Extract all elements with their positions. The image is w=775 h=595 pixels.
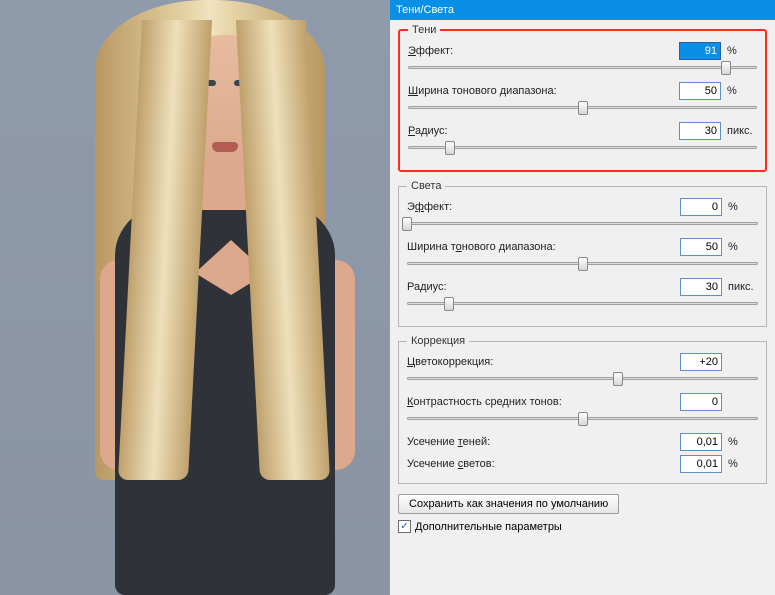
highlights-radius-label: Радиус: <box>407 281 680 293</box>
slider-thumb[interactable] <box>578 101 588 115</box>
highlights-amount-row: Эффект: % <box>407 198 758 216</box>
shadows-amount-label: Эффект: <box>408 45 679 57</box>
more-options-label: Дополнительные параметры <box>415 521 562 533</box>
shadows-amount-slider[interactable] <box>408 62 757 76</box>
highlights-radius-slider[interactable] <box>407 298 758 312</box>
clip-highlights-unit: % <box>722 458 758 470</box>
slider-track-line <box>407 222 758 225</box>
adjust-group: Коррекция Цветокоррекция: Контрастность … <box>398 335 767 484</box>
midtone-contrast-label: Контрастность средних тонов: <box>407 396 680 408</box>
shadows-tonal-unit: % <box>721 85 757 97</box>
clip-shadows-unit: % <box>722 436 758 448</box>
color-correction-label: Цветокоррекция: <box>407 356 680 368</box>
slider-track-line <box>408 146 757 149</box>
color-correction-row: Цветокоррекция: <box>407 353 758 371</box>
midtone-contrast-input[interactable] <box>680 393 722 411</box>
slider-thumb[interactable] <box>578 412 588 426</box>
illustration-lips <box>212 142 238 152</box>
shadows-radius-row: Радиус: пикс. <box>408 122 757 140</box>
shadows-amount-input[interactable] <box>679 42 721 60</box>
slider-thumb[interactable] <box>613 372 623 386</box>
highlights-amount-unit: % <box>722 201 758 213</box>
highlights-tonal-row: Ширина тонового диапазона: % <box>407 238 758 256</box>
slider-track-line <box>407 302 758 305</box>
slider-thumb[interactable] <box>445 141 455 155</box>
shadows-group: Тени Эффект: % Ширина тонового диапазона… <box>398 24 767 172</box>
highlights-tonal-unit: % <box>722 241 758 253</box>
document-preview <box>0 0 389 595</box>
slider-thumb[interactable] <box>402 217 412 231</box>
slider-track-line <box>407 377 758 380</box>
shadows-radius-unit: пикс. <box>721 125 757 137</box>
shadows-radius-input[interactable] <box>679 122 721 140</box>
highlights-radius-input[interactable] <box>680 278 722 296</box>
shadows-tonal-input[interactable] <box>679 82 721 100</box>
slider-thumb[interactable] <box>721 61 731 75</box>
highlights-tonal-slider[interactable] <box>407 258 758 272</box>
highlights-tonal-input[interactable] <box>680 238 722 256</box>
clip-shadows-row: Усечение теней: % <box>407 433 758 451</box>
shadows-legend: Тени <box>408 24 440 36</box>
shadows-amount-row: Эффект: % <box>408 42 757 60</box>
highlights-group: Света Эффект: % Ширина тонового диапазон… <box>398 180 767 327</box>
slider-track-line <box>408 66 757 69</box>
midtone-contrast-slider[interactable] <box>407 413 758 427</box>
shadows-radius-slider[interactable] <box>408 142 757 156</box>
shadows-highlights-dialog: Тени/Света Тени Эффект: % Ширина тоновог… <box>389 0 775 595</box>
shadows-radius-label: Радиус: <box>408 125 679 137</box>
highlights-radius-unit: пикс. <box>722 281 758 293</box>
color-correction-input[interactable] <box>680 353 722 371</box>
shadows-tonal-slider[interactable] <box>408 102 757 116</box>
more-options-checkbox[interactable]: ✓ <box>398 520 411 533</box>
highlights-tonal-label: Ширина тонового диапазона: <box>407 241 680 253</box>
shadows-tonal-row: Ширина тонового диапазона: % <box>408 82 757 100</box>
dialog-title: Тени/Света <box>396 4 454 16</box>
slider-thumb[interactable] <box>578 257 588 271</box>
shadows-amount-unit: % <box>721 45 757 57</box>
more-options-row[interactable]: ✓ Дополнительные параметры <box>398 520 775 533</box>
clip-highlights-row: Усечение светов: % <box>407 455 758 473</box>
color-correction-slider[interactable] <box>407 373 758 387</box>
adjust-legend: Коррекция <box>407 335 469 347</box>
highlights-radius-row: Радиус: пикс. <box>407 278 758 296</box>
highlights-legend: Света <box>407 180 445 192</box>
clip-shadows-input[interactable] <box>680 433 722 451</box>
clip-shadows-label: Усечение теней: <box>407 436 680 448</box>
clip-highlights-input[interactable] <box>680 455 722 473</box>
shadows-tonal-label: Ширина тонового диапазона: <box>408 85 679 97</box>
clip-highlights-label: Усечение светов: <box>407 458 680 470</box>
dialog-title-bar: Тени/Света <box>390 0 775 20</box>
highlights-amount-slider[interactable] <box>407 218 758 232</box>
highlights-amount-input[interactable] <box>680 198 722 216</box>
midtone-contrast-row: Контрастность средних тонов: <box>407 393 758 411</box>
save-defaults-button[interactable]: Сохранить как значения по умолчанию <box>398 494 619 514</box>
highlights-amount-label: Эффект: <box>407 201 680 213</box>
slider-thumb[interactable] <box>444 297 454 311</box>
